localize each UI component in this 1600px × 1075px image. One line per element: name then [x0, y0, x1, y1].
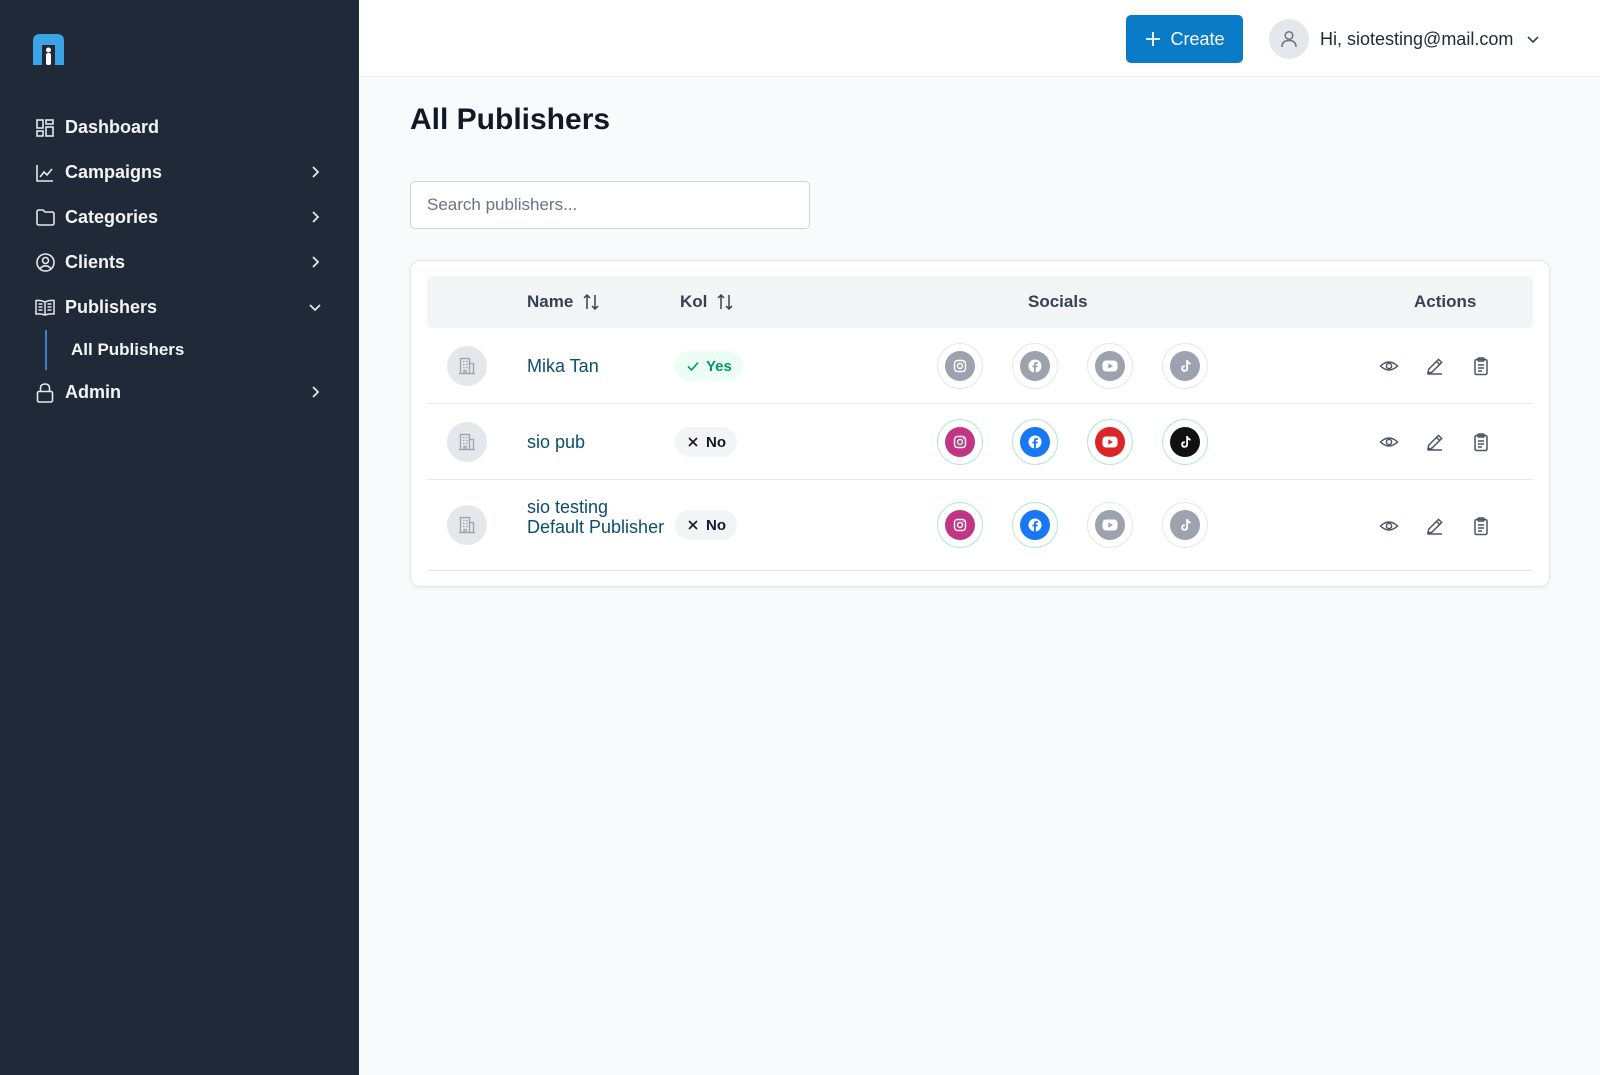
sidebar: Dashboard Campaigns Categories Clients P… [0, 0, 359, 1075]
name-column-label: Name [527, 292, 574, 311]
sort-icon [717, 293, 733, 311]
app-logo-icon[interactable] [30, 31, 67, 67]
sidebar-item-label: Dashboard [65, 117, 160, 137]
lock-icon [35, 382, 55, 403]
kol-badge-label: No [706, 516, 726, 534]
kol-column-header[interactable]: Kol [680, 292, 735, 312]
table-row: Mika Tan Yes [427, 328, 1533, 404]
sidebar-subitem-label: All Publishers [71, 340, 185, 359]
actions-column-label: Actions [1414, 292, 1477, 311]
book-open-icon [35, 298, 55, 318]
plus-icon [1146, 32, 1161, 46]
create-button-label: Create [1170, 28, 1225, 49]
sidebar-nav: Dashboard Campaigns Categories Clients P… [0, 105, 359, 415]
view-icon[interactable] [1377, 430, 1401, 454]
tiktok-icon[interactable] [1162, 343, 1208, 389]
tiktok-icon[interactable] [1162, 419, 1208, 465]
actions-column-header: Actions [1414, 292, 1476, 312]
table-row: sio pub No [427, 404, 1533, 480]
socials-column-header: Socials [1028, 292, 1088, 312]
x-icon [686, 518, 700, 532]
sidebar-item-label: Publishers [65, 297, 158, 317]
publisher-name-link[interactable]: sio testing Default Publisher [527, 497, 667, 537]
instagram-icon[interactable] [937, 502, 983, 548]
sidebar-subitem-all-publishers[interactable]: All Publishers [45, 330, 359, 370]
page-title: All Publishers [410, 103, 611, 136]
view-icon[interactable] [1377, 514, 1401, 538]
youtube-icon[interactable] [1087, 419, 1133, 465]
instagram-icon[interactable] [937, 343, 983, 389]
table-row: sio testing Default Publisher No [427, 480, 1533, 571]
sidebar-item-admin[interactable]: Admin [0, 370, 359, 415]
chevron-right-icon [312, 211, 320, 223]
chevron-down-icon [1527, 36, 1539, 44]
facebook-icon[interactable] [1012, 419, 1058, 465]
kol-column-label: Kol [680, 292, 708, 311]
kol-badge: No [675, 427, 737, 457]
kol-badge: No [675, 510, 737, 540]
table-header: Name Kol Socials Actions [427, 276, 1533, 328]
sidebar-item-dashboard[interactable]: Dashboard [0, 105, 359, 150]
sidebar-item-label: Campaigns [65, 162, 163, 182]
chevron-right-icon [312, 386, 320, 398]
sidebar-item-clients[interactable]: Clients [0, 240, 359, 285]
tiktok-icon[interactable] [1162, 502, 1208, 548]
chevron-down-icon [309, 304, 321, 312]
folder-icon [35, 208, 55, 228]
user-menu[interactable]: Hi, siotesting@mail.com [1269, 18, 1542, 60]
name-column-header[interactable]: Name [527, 292, 601, 312]
instagram-icon[interactable] [937, 419, 983, 465]
youtube-icon[interactable] [1087, 502, 1133, 548]
sort-icon [583, 293, 599, 311]
edit-icon[interactable] [1423, 514, 1447, 538]
user-circle-icon [35, 253, 55, 273]
clipboard-icon[interactable] [1469, 354, 1493, 378]
sidebar-item-campaigns[interactable]: Campaigns [0, 150, 359, 195]
building-icon [447, 505, 487, 545]
x-icon [686, 435, 700, 449]
publishers-table: Name Kol Socials Actions Mika Tan Yes sio … [410, 260, 1550, 587]
edit-icon[interactable] [1423, 430, 1447, 454]
building-icon [447, 346, 487, 386]
clipboard-icon[interactable] [1469, 430, 1493, 454]
clipboard-icon[interactable] [1469, 514, 1493, 538]
view-icon[interactable] [1377, 354, 1401, 378]
publisher-name-link[interactable]: sio pub [527, 432, 667, 452]
avatar [1269, 19, 1309, 59]
user-greeting: Hi, siotesting@mail.com [1320, 28, 1514, 49]
kol-badge-label: Yes [706, 357, 732, 375]
socials-column-label: Socials [1028, 292, 1088, 311]
building-icon [447, 422, 487, 462]
kol-badge-label: No [706, 433, 726, 451]
sidebar-item-publishers[interactable]: Publishers [0, 285, 359, 330]
chevron-right-icon [312, 166, 320, 178]
sidebar-item-label: Categories [65, 207, 159, 227]
check-icon [686, 359, 700, 373]
publisher-name-link[interactable]: Mika Tan [527, 356, 667, 376]
kol-badge: Yes [675, 351, 743, 381]
sidebar-item-categories[interactable]: Categories [0, 195, 359, 240]
sidebar-item-label: Clients [65, 252, 126, 272]
youtube-icon[interactable] [1087, 343, 1133, 389]
chevron-right-icon [312, 256, 320, 268]
facebook-icon[interactable] [1012, 502, 1058, 548]
edit-icon[interactable] [1423, 354, 1447, 378]
sidebar-item-label: Admin [65, 382, 121, 402]
search-input[interactable] [410, 181, 810, 229]
top-bar: Create Hi, siotesting@mail.com [359, 0, 1600, 77]
create-button[interactable]: Create [1126, 15, 1243, 63]
chart-line-icon [35, 163, 55, 183]
user-icon [1281, 30, 1297, 48]
facebook-icon[interactable] [1012, 343, 1058, 389]
dashboard-icon [35, 118, 55, 138]
